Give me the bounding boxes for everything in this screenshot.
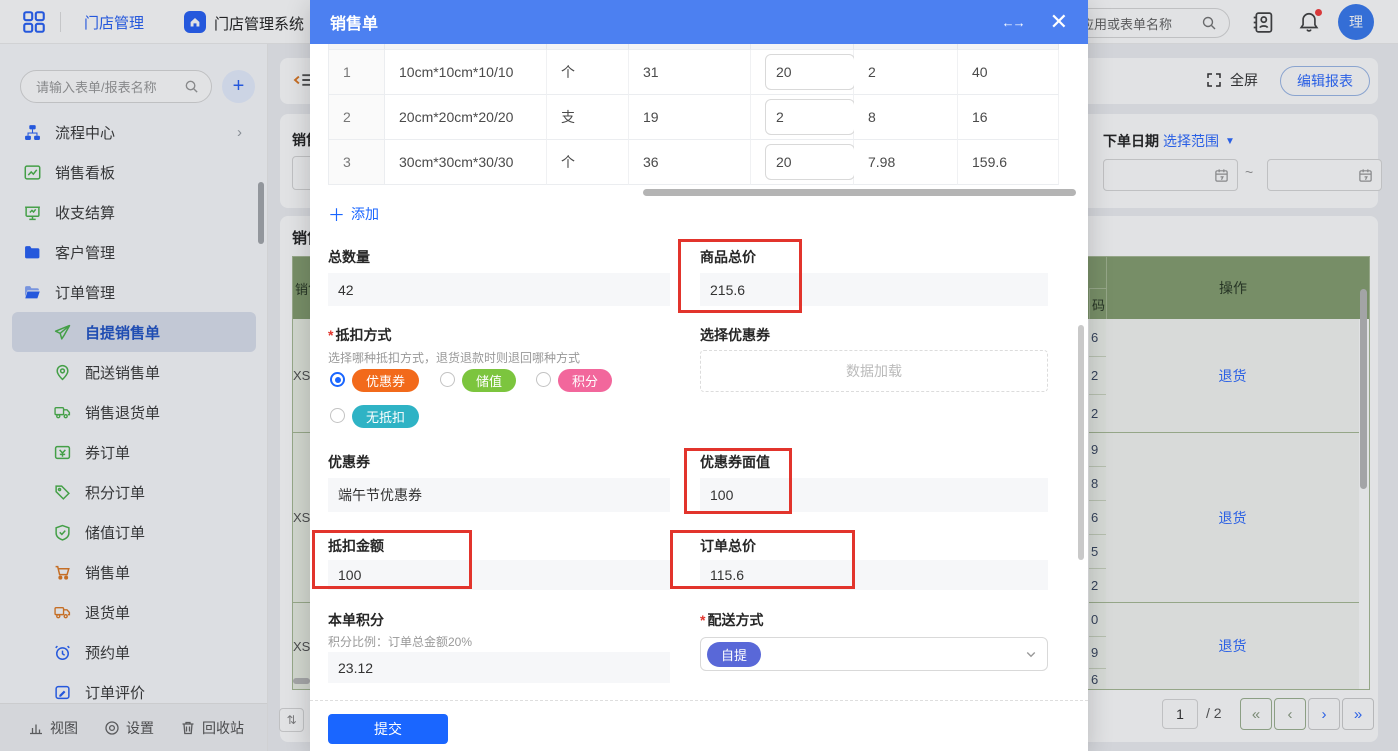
coupon-select-box[interactable]: 数据加载 bbox=[700, 350, 1048, 392]
item-qty-cell bbox=[751, 140, 855, 185]
order-total-label: 订单总价 bbox=[700, 538, 756, 554]
coupon-pill[interactable]: 优惠券 bbox=[352, 369, 420, 392]
add-item-link[interactable]: ＋ 添加 bbox=[328, 201, 379, 226]
qty-input[interactable] bbox=[765, 54, 855, 90]
stored-value-pill[interactable]: 储值 bbox=[462, 369, 517, 392]
points-pill[interactable]: 积分 bbox=[558, 369, 613, 392]
item-price: 8 bbox=[854, 95, 958, 140]
total-qty-label: 总数量 bbox=[328, 249, 370, 265]
item-unit: 个 bbox=[547, 50, 629, 95]
item-amount: 16 bbox=[958, 95, 1059, 140]
pickup-pill: 自提 bbox=[707, 641, 762, 667]
deduct-method-helper: 选择哪种抵扣方式，退货退款时则退回哪种方式 bbox=[328, 351, 581, 365]
goods-total-value: 215.6 bbox=[700, 273, 1048, 306]
order-total-value: 115.6 bbox=[700, 560, 1048, 590]
item-stock: 31 bbox=[629, 50, 751, 95]
total-qty-value: 42 bbox=[328, 273, 670, 306]
radio-points[interactable] bbox=[536, 372, 551, 387]
deduct-amount-label: 抵扣金额 bbox=[328, 538, 384, 554]
modal-footer-divider bbox=[310, 700, 1088, 701]
row-index: 3 bbox=[329, 140, 385, 185]
delivery-method-label: 配送方式 bbox=[700, 610, 763, 630]
coupon-face-value: 100 bbox=[700, 478, 1048, 512]
sales-order-modal: 销售单 ←→ ✕ 1 10cm*10cm*10/10 个 31 2 40 2 2… bbox=[310, 0, 1088, 751]
item-unit: 支 bbox=[547, 95, 629, 140]
coupon-label: 优惠券 bbox=[328, 454, 370, 470]
row-index: 1 bbox=[329, 50, 385, 95]
item-stock: 36 bbox=[629, 140, 751, 185]
modal-title: 销售单 bbox=[330, 16, 379, 33]
item-spec: 30cm*30cm*30/30 bbox=[385, 140, 547, 185]
radio-coupon[interactable] bbox=[330, 372, 345, 387]
expand-horizontal-icon[interactable]: ←→ bbox=[1002, 15, 1026, 30]
plus-icon: ＋ bbox=[328, 206, 345, 225]
order-items-table: 1 10cm*10cm*10/10 个 31 2 40 2 20cm*20cm*… bbox=[328, 44, 1059, 185]
item-unit: 个 bbox=[547, 140, 629, 185]
deduct-amount-value: 100 bbox=[328, 560, 670, 590]
item-amount: 159.6 bbox=[958, 140, 1059, 185]
app-root: 门店管理 门店管理系统 应用或表单名称 理 请输入表单/报表名称 + 流程中心 … bbox=[0, 0, 1398, 751]
points-label: 本单积分 bbox=[328, 612, 384, 628]
deduct-method-label: 抵扣方式 bbox=[328, 325, 391, 345]
qty-input[interactable] bbox=[765, 144, 855, 180]
radio-no-deduct[interactable] bbox=[330, 408, 345, 423]
item-spec: 10cm*10cm*10/10 bbox=[385, 50, 547, 95]
coupon-value: 端午节优惠券 bbox=[328, 478, 670, 512]
delivery-method-select[interactable]: 自提 bbox=[700, 637, 1048, 671]
close-icon[interactable]: ✕ bbox=[1050, 11, 1068, 33]
goods-total-label: 商品总价 bbox=[700, 249, 756, 265]
item-price: 2 bbox=[854, 50, 958, 95]
coupon-select-label: 选择优惠券 bbox=[700, 327, 770, 343]
item-stock: 19 bbox=[629, 95, 751, 140]
submit-button[interactable]: 提交 bbox=[328, 714, 448, 744]
modal-scrollbar[interactable] bbox=[1078, 325, 1084, 560]
points-helper: 积分比例：订单总金额20% bbox=[328, 635, 473, 649]
modal-header: 销售单 ←→ ✕ bbox=[310, 0, 1088, 44]
item-price: 7.98 bbox=[854, 140, 958, 185]
table-hscrollbar[interactable] bbox=[643, 189, 1076, 196]
qty-input[interactable] bbox=[765, 99, 855, 135]
no-deduct-pill[interactable]: 无抵扣 bbox=[352, 405, 420, 428]
chevron-down-icon bbox=[1025, 648, 1037, 660]
item-spec: 20cm*20cm*20/20 bbox=[385, 95, 547, 140]
item-qty-cell bbox=[751, 95, 855, 140]
row-index: 2 bbox=[329, 95, 385, 140]
points-value: 23.12 bbox=[328, 652, 670, 683]
radio-stored-value[interactable] bbox=[440, 372, 455, 387]
coupon-face-label: 优惠券面值 bbox=[700, 454, 770, 470]
item-qty-cell bbox=[751, 50, 855, 95]
item-amount: 40 bbox=[958, 50, 1059, 95]
